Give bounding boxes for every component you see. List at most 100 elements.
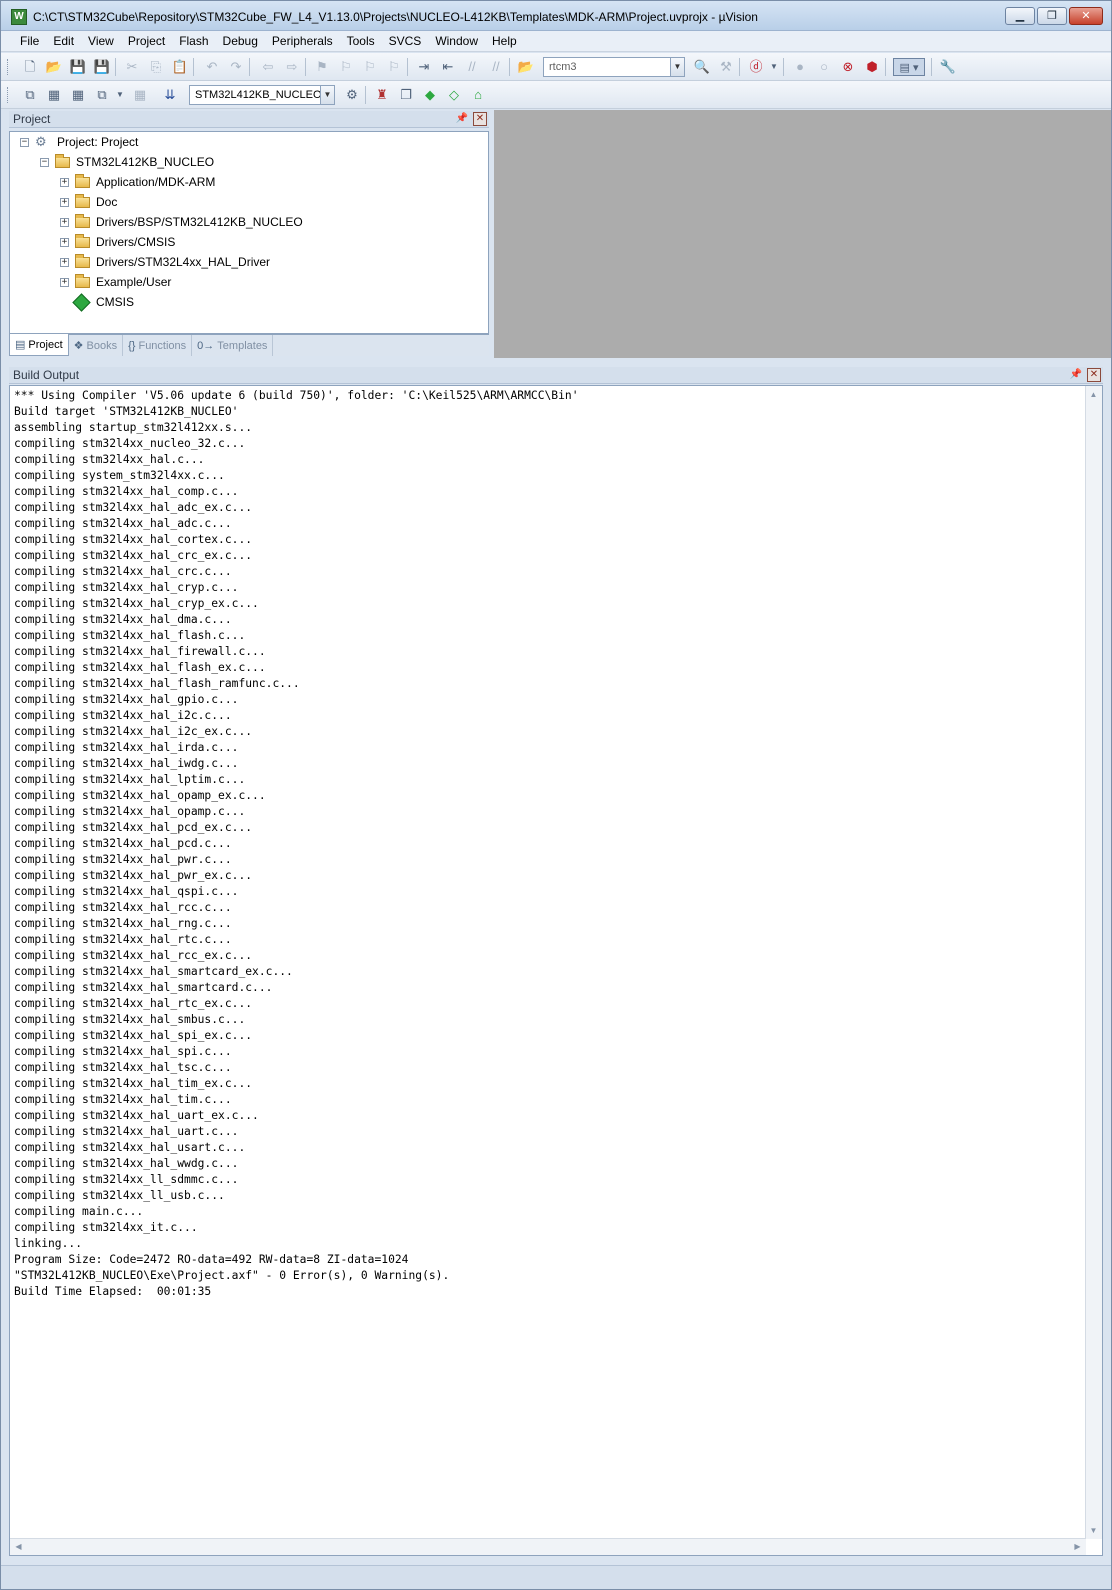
toolbar-grip[interactable] — [7, 59, 10, 75]
scroll-up-icon[interactable]: ▲ — [1086, 387, 1101, 402]
collapse-icon[interactable]: − — [20, 137, 29, 147]
debug-session-icon[interactable]: ⓓ — [747, 58, 765, 76]
menu-tools[interactable]: Tools — [340, 31, 382, 51]
pack-installer-icon[interactable]: ◇ — [445, 86, 463, 104]
close-icon[interactable]: ✕ — [1087, 368, 1101, 382]
scroll-right-icon[interactable]: ▶ — [1070, 1539, 1085, 1554]
tree-item[interactable]: + Drivers/BSP/STM32L412KB_NUCLEO — [60, 212, 303, 232]
tree-item[interactable]: + Example/User — [60, 272, 171, 292]
chevron-down-icon[interactable]: ▼ — [320, 86, 334, 104]
menu-debug[interactable]: Debug — [216, 31, 265, 51]
find-in-files-icon[interactable]: 📂 — [517, 58, 535, 76]
expand-icon[interactable]: + — [60, 197, 69, 207]
find-combo[interactable]: rtcm3 ▼ — [543, 57, 685, 77]
tree-item[interactable]: − STM32L412KB_NUCLEO — [40, 152, 214, 172]
menu-project[interactable]: Project — [121, 31, 172, 51]
tab-books[interactable]: ❖ Books — [69, 335, 124, 356]
title-bar[interactable]: W C:\CT\STM32Cube\Repository\STM32Cube_F… — [1, 1, 1111, 31]
translate-icon[interactable]: ⧉ — [21, 86, 39, 104]
next-bookmark-icon[interactable]: ⚐ — [361, 58, 379, 76]
manage-project-items-icon[interactable]: ♜ — [373, 86, 391, 104]
menu-file[interactable]: File — [13, 31, 46, 51]
maximize-button[interactable]: ❐ — [1037, 7, 1067, 25]
manage-run-time-environment-icon[interactable]: ◆ — [421, 86, 439, 104]
select-packs-icon[interactable]: ❐ — [397, 86, 415, 104]
scroll-left-icon[interactable]: ◀ — [11, 1539, 26, 1554]
menu-window[interactable]: Window — [428, 31, 485, 51]
build-output-text[interactable]: *** Using Compiler 'V5.06 update 6 (buil… — [14, 388, 1082, 1300]
menu-svcs[interactable]: SVCS — [382, 31, 429, 51]
tree-item[interactable]: − ⚙ Project: Project — [20, 132, 138, 152]
output-line: compiling stm32l4xx_hal_pwr.c... — [14, 853, 232, 866]
scroll-down-icon[interactable]: ▼ — [1086, 1523, 1101, 1538]
previous-bookmark-icon[interactable]: ⚐ — [337, 58, 355, 76]
toolbar-grip[interactable] — [7, 87, 10, 103]
rebuild-icon[interactable]: ▦ — [69, 86, 87, 104]
comment-icon[interactable]: // — [463, 58, 481, 76]
target-options-icon[interactable]: ⚙ — [343, 86, 361, 104]
incremental-find-icon[interactable]: ⚒ — [717, 58, 735, 76]
tree-item[interactable]: + Drivers/STM32L4xx_HAL_Driver — [60, 252, 270, 272]
target-select[interactable]: STM32L412KB_NUCLEO ▼ — [189, 85, 335, 105]
expand-icon[interactable]: + — [60, 277, 69, 287]
build-output-window[interactable]: *** Using Compiler 'V5.06 update 6 (buil… — [9, 385, 1103, 1556]
copy-icon[interactable]: ⎘ — [147, 58, 165, 76]
navigate-back-icon[interactable]: ⇦ — [259, 58, 277, 76]
menu-help[interactable]: Help — [485, 31, 524, 51]
disable-breakpoint-icon[interactable]: ○ — [815, 58, 833, 76]
redo-icon[interactable]: ↷ — [227, 58, 245, 76]
expand-icon[interactable]: + — [60, 217, 69, 227]
download-load-icon[interactable]: ⇊ — [161, 86, 179, 104]
cut-icon[interactable]: ✂ — [123, 58, 141, 76]
chevron-down-icon[interactable]: ▼ — [670, 58, 684, 76]
tree-item[interactable]: + Application/MDK-ARM — [60, 172, 215, 192]
unindent-icon[interactable]: ⇤ — [439, 58, 457, 76]
close-button[interactable]: ✕ — [1069, 7, 1103, 25]
vertical-scrollbar[interactable]: ▲ ▼ — [1085, 386, 1102, 1539]
expand-icon[interactable]: + — [60, 237, 69, 247]
chevron-down-icon[interactable]: ▼ — [111, 86, 129, 104]
stop-build-icon[interactable]: ▦ — [131, 86, 149, 104]
undo-icon[interactable]: ↶ — [203, 58, 221, 76]
pin-icon[interactable]: 📌 — [1069, 368, 1083, 382]
navigate-forward-icon[interactable]: ⇨ — [283, 58, 301, 76]
paste-icon[interactable]: 📋 — [171, 58, 189, 76]
expand-icon[interactable]: + — [60, 257, 69, 267]
close-icon[interactable]: ✕ — [473, 112, 487, 126]
tab-project[interactable]: ▤ Project — [9, 334, 69, 356]
tree-item[interactable]: + Doc — [60, 192, 117, 212]
new-file-icon[interactable]: 🗋 — [21, 58, 39, 76]
kill-all-breakpoints-icon[interactable]: ⬢ — [863, 58, 881, 76]
horizontal-scrollbar[interactable]: ◀ ▶ — [10, 1538, 1086, 1555]
batch-build-icon[interactable]: ⧉ — [93, 86, 111, 104]
project-tree[interactable]: − ⚙ Project: Project − STM32L412KB_NUCLEO + Ap… — [9, 131, 489, 334]
indent-icon[interactable]: ⇥ — [415, 58, 433, 76]
pin-icon[interactable]: 📌 — [455, 112, 469, 126]
clear-bookmarks-icon[interactable]: ⚐ — [385, 58, 403, 76]
tree-item[interactable]: CMSIS — [60, 292, 134, 312]
build-icon[interactable]: ▦ — [45, 86, 63, 104]
menu-edit[interactable]: Edit — [46, 31, 81, 51]
tab-templates[interactable]: 0→ Templates — [192, 335, 274, 356]
menu-flash[interactable]: Flash — [172, 31, 215, 51]
bookmark-icon[interactable]: ⚑ — [313, 58, 331, 76]
expand-icon[interactable]: + — [60, 177, 69, 187]
configure-tools-icon[interactable]: 🔧 — [939, 58, 957, 76]
window-layout-icon[interactable]: ▤ ▾ — [893, 58, 925, 76]
uncomment-icon[interactable]: // — [487, 58, 505, 76]
open-folder-icon[interactable]: 📂 — [45, 58, 63, 76]
tab-functions[interactable]: {} Functions — [123, 335, 193, 356]
save-icon[interactable]: 💾 — [69, 58, 87, 76]
breakpoint-icon[interactable]: ● — [791, 58, 809, 76]
save-all-icon[interactable]: 💾 — [93, 58, 111, 76]
collapse-icon[interactable]: − — [40, 157, 49, 167]
find-icon[interactable]: 🔍 — [693, 58, 711, 76]
menu-peripherals[interactable]: Peripherals — [265, 31, 340, 51]
tree-item[interactable]: + Drivers/CMSIS — [60, 232, 175, 252]
uvision-app-icon[interactable]: W — [11, 9, 27, 25]
disable-all-breakpoints-icon[interactable]: ⊗ — [839, 58, 857, 76]
chevron-down-icon[interactable]: ▼ — [765, 58, 783, 76]
pack-update-icon[interactable]: ⌂ — [469, 86, 487, 104]
minimize-button[interactable]: ▁ — [1005, 7, 1035, 25]
menu-view[interactable]: View — [81, 31, 121, 51]
